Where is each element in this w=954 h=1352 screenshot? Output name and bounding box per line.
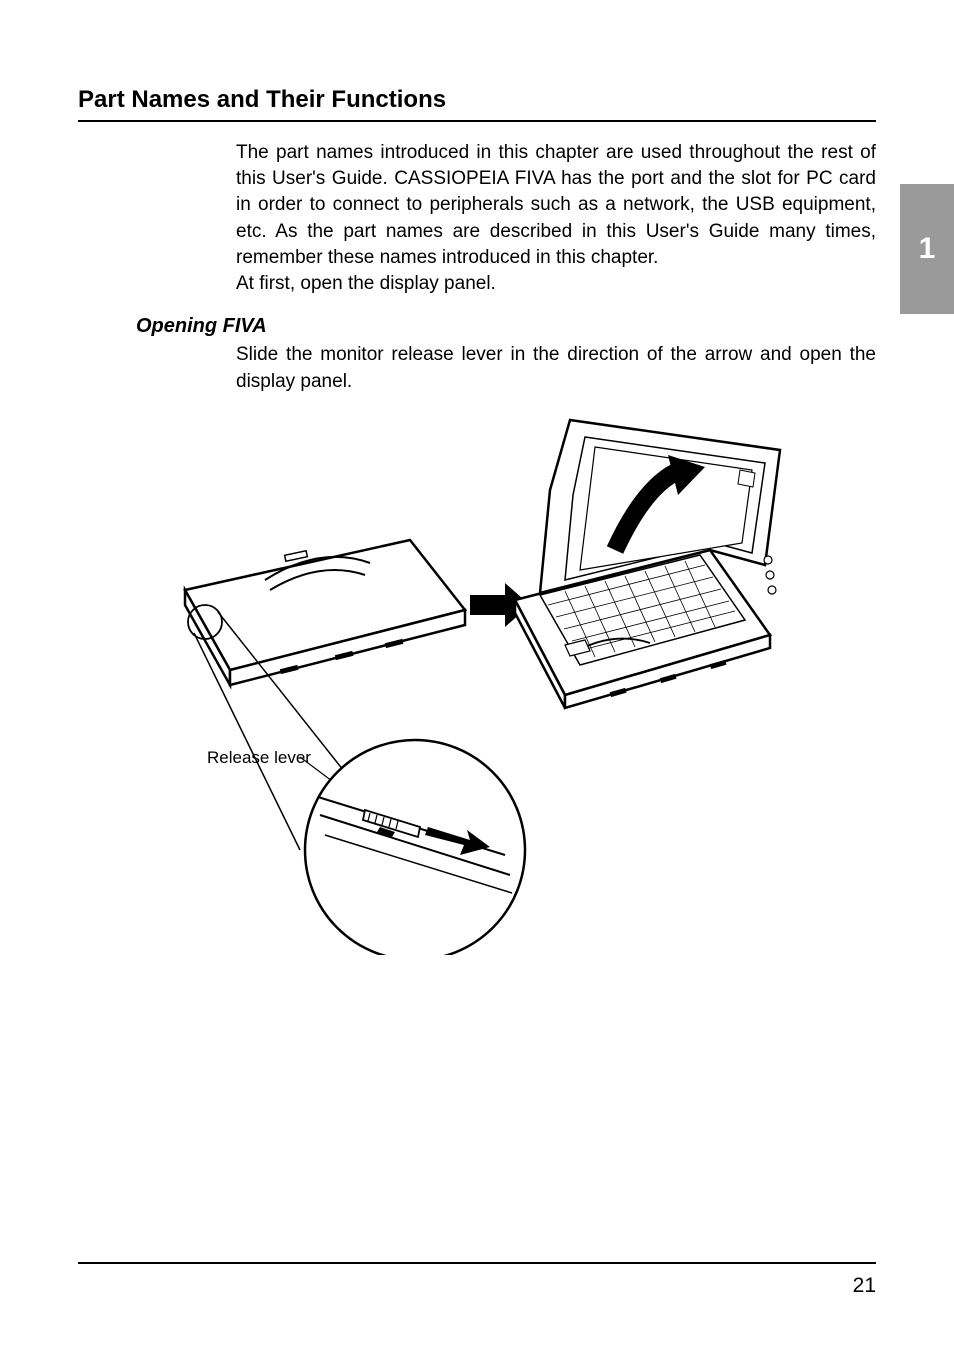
subsection-paragraph: Slide the monitor release lever in the d… [236, 342, 876, 394]
intro-line2: At first, open the display panel. [236, 273, 496, 294]
chapter-tab: 1 [900, 184, 954, 314]
subsection-title: Opening FIVA [136, 315, 876, 338]
closed-laptop-icon [185, 540, 465, 685]
open-laptop-icon [515, 420, 780, 708]
laptop-open-illustration [170, 395, 810, 955]
intro-text: The part names introduced in this chapte… [236, 142, 876, 268]
intro-paragraph: The part names introduced in this chapte… [236, 140, 876, 297]
opening-diagram [170, 395, 810, 955]
footer-divider [78, 1262, 876, 1264]
page-number: 21 [853, 1274, 876, 1298]
section-title: Part Names and Their Functions [78, 86, 876, 122]
